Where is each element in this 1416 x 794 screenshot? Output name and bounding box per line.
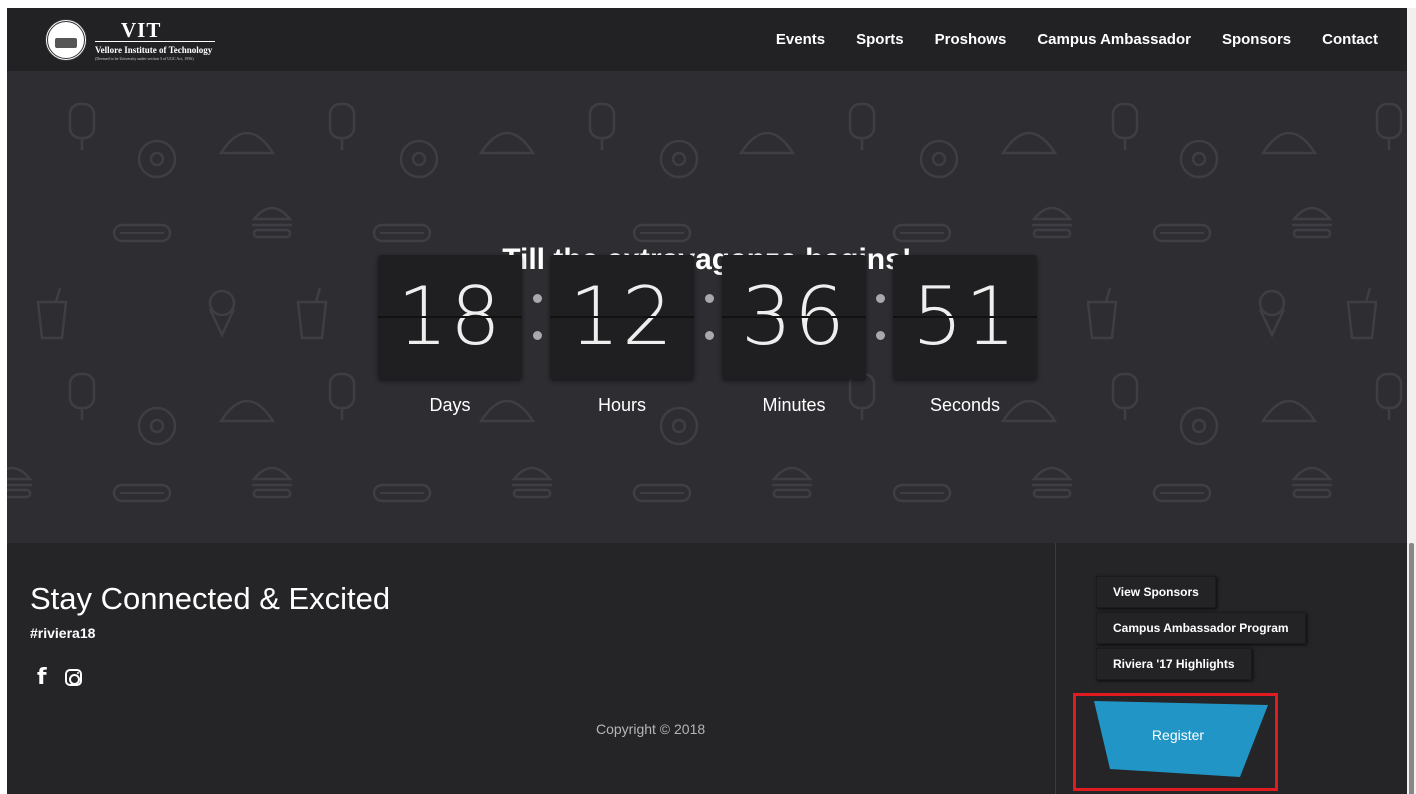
hours-label: Hours [597,395,646,415]
register-highlight-box: Register [1073,693,1278,791]
days-value: 18 [397,270,503,363]
vit-logo[interactable]: VIT Vellore Institute of Technology (Dee… [45,16,235,64]
colon-separator [532,292,542,342]
nav-link-proshows[interactable]: Proshows [935,31,1007,48]
minutes-card: 36 [722,255,866,379]
minutes-value: 36 [741,270,847,363]
register-button[interactable]: Register [1088,699,1268,777]
riviera-17-highlights-button[interactable]: Riviera '17 Highlights [1096,648,1252,680]
days-label: Days [429,395,471,415]
logo-tagline: (Deemed to be University under section 3… [95,55,194,61]
campus-ambassador-program-button[interactable]: Campus Ambassador Program [1096,612,1306,644]
nav-link-sponsors[interactable]: Sponsors [1222,31,1291,48]
copyright-text: Copyright © 2018 [596,721,706,737]
vit-seal-icon [45,19,87,61]
social-links: f [37,665,82,690]
nav-link-events[interactable]: Events [776,31,825,48]
colon-separator [704,292,714,342]
facebook-icon[interactable]: f [37,665,47,690]
footer: Stay Connected & Excited #riviera18 f Co… [7,543,1407,794]
view-sponsors-button[interactable]: View Sponsors [1096,576,1216,608]
seconds-label: Seconds [929,395,1001,415]
main-nav: Events Sports Proshows Campus Ambassador… [745,8,1378,71]
hours-value: 12 [569,270,675,363]
countdown-timer: 18 12 36 51 [378,255,1038,379]
page-viewport: VIT Vellore Institute of Technology (Dee… [7,8,1407,794]
nav-link-contact[interactable]: Contact [1322,31,1378,48]
page-scrollbar[interactable] [1407,8,1416,794]
register-label: Register [1151,727,1205,743]
days-card: 18 [378,255,522,379]
logo-text: VIT Vellore Institute of Technology (Dee… [95,19,215,62]
instagram-icon[interactable] [64,669,82,686]
footer-title: Stay Connected & Excited [30,581,391,616]
scrollbar-thumb[interactable] [1409,543,1414,794]
minutes-label: Minutes [762,395,826,415]
nav-link-campus-ambassador[interactable]: Campus Ambassador [1037,31,1191,48]
seconds-card: 51 [893,255,1037,379]
logo-subtitle: Vellore Institute of Technology [95,44,213,55]
colon-separator [875,292,885,342]
quick-links: View Sponsors Campus Ambassador Program … [1096,576,1306,684]
nav-link-sports[interactable]: Sports [856,31,904,48]
navbar: VIT Vellore Institute of Technology (Dee… [7,8,1407,71]
logo-title: VIT [95,19,215,42]
hours-card: 12 [550,255,694,379]
seconds-value: 51 [912,270,1018,363]
footer-divider [1055,543,1056,794]
hashtag: #riviera18 [30,625,96,641]
